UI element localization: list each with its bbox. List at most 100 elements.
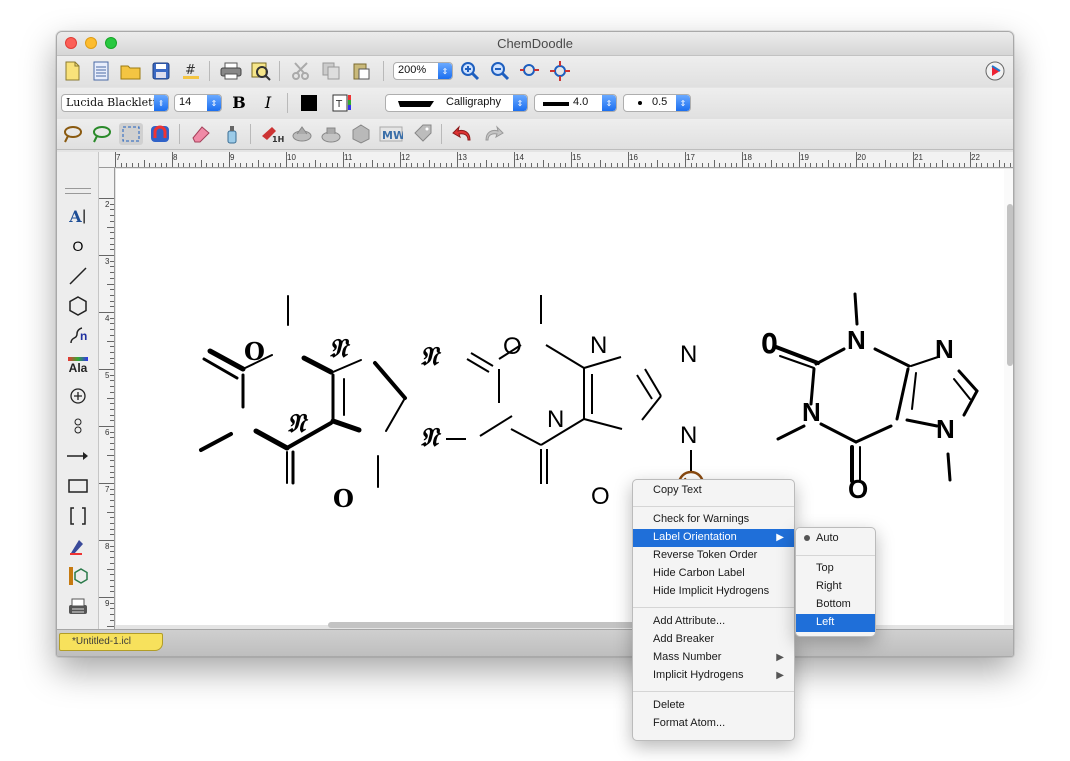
atom-label[interactable]: O (591, 483, 610, 511)
dot-size-select[interactable]: 0.5 ⇕ (623, 94, 691, 112)
submenu-item-bottom[interactable]: Bottom (796, 596, 875, 614)
zoom-value: 200% (398, 64, 427, 76)
numbering-icon[interactable]: # (179, 60, 203, 82)
atom-label[interactable]: N (847, 325, 866, 356)
atom-label[interactable]: N (680, 422, 697, 450)
query-tool[interactable] (65, 534, 91, 558)
lone-pair-tool[interactable] (65, 414, 91, 438)
menu-item-format-atom[interactable]: Format Atom... (633, 715, 794, 733)
font-size-select[interactable]: 14 ⇕ (174, 94, 222, 112)
atom-label[interactable]: N (802, 397, 821, 428)
zoom-select[interactable]: 200% ⇕ (393, 62, 453, 80)
atom-label[interactable]: 𝔑 (329, 334, 348, 365)
text-tool[interactable]: A | (65, 204, 91, 228)
zoom-in-icon[interactable] (458, 60, 482, 82)
submenu-item-auto[interactable]: Auto (796, 530, 875, 548)
atom-label[interactable]: O (761, 327, 778, 360)
menu-item-label-orientation[interactable]: Label Orientation ▶ (633, 529, 794, 547)
menu-item-reverse-token-order[interactable]: Reverse Token Order (633, 547, 794, 565)
molecular-weight-icon[interactable]: MW (379, 123, 403, 145)
line-style-select[interactable]: Calligraphy ⇕ (385, 94, 528, 112)
lasso-select-icon[interactable] (90, 123, 114, 145)
play-icon[interactable] (983, 60, 1007, 82)
charge-tool[interactable] (65, 384, 91, 408)
amino-acid-tool[interactable]: Ala (65, 354, 91, 378)
clean-structure-icon[interactable] (290, 123, 314, 145)
atom-label[interactable]: 𝔑 (420, 423, 439, 454)
redo-icon[interactable] (481, 123, 505, 145)
zoom-out-icon[interactable] (488, 60, 512, 82)
atom-label[interactable]: N (590, 332, 607, 360)
bond-tool[interactable] (65, 264, 91, 288)
shape-tool[interactable] (65, 474, 91, 498)
submenu-item-right[interactable]: Right (796, 578, 875, 596)
atom-label[interactable]: N (936, 414, 955, 445)
arrow-tool[interactable] (65, 444, 91, 468)
atom-label[interactable]: O (244, 337, 265, 366)
menu-item-hide-carbon-label[interactable]: Hide Carbon Label (633, 565, 794, 583)
cut-icon[interactable] (289, 60, 313, 82)
ruler-tick (200, 160, 202, 167)
horizontal-scroll-thumb[interactable] (328, 622, 658, 628)
ring-tool[interactable] (65, 294, 91, 318)
copy-icon[interactable] (319, 60, 343, 82)
undo-icon[interactable] (451, 123, 475, 145)
print-preview-icon[interactable] (249, 60, 273, 82)
add-hydrogens-icon[interactable]: 1H (260, 123, 284, 145)
menu-item-copy-text[interactable]: Copy Text (633, 482, 794, 500)
menu-item-check-warnings[interactable]: Check for Warnings (633, 511, 794, 529)
text-frame-icon[interactable]: T (329, 92, 353, 114)
atom-label[interactable]: O (333, 484, 354, 513)
typewriter-icon[interactable] (65, 594, 91, 618)
ruler-tick (730, 163, 732, 167)
new-template-icon[interactable] (89, 60, 113, 82)
chain-tool[interactable]: n (65, 324, 91, 348)
lasso-icon[interactable] (61, 123, 85, 145)
optimize-icon[interactable] (319, 123, 343, 145)
hexagon-3d-icon[interactable] (349, 123, 373, 145)
vertical-scroll-thumb[interactable] (1007, 204, 1013, 366)
ruler-tick (565, 163, 567, 167)
ruler-tick (998, 160, 1000, 167)
submenu-item-left[interactable]: Left (796, 614, 875, 632)
color-swatch-icon[interactable] (297, 92, 321, 114)
template-tool[interactable] (65, 564, 91, 588)
atom-label[interactable]: O (503, 333, 522, 361)
atom-label[interactable]: O (848, 474, 868, 505)
marquee-select-icon[interactable] (119, 123, 143, 145)
font-family-select[interactable]: Lucida Blackletter ⇕ (61, 94, 169, 112)
submenu-item-top[interactable]: Top (796, 560, 875, 578)
atom-label[interactable]: N (547, 406, 564, 434)
menu-item-hide-implicit-hydrogens[interactable]: Hide Implicit Hydrogens (633, 583, 794, 601)
vertical-scrollbar[interactable] (1004, 169, 1013, 625)
menu-item-mass-number[interactable]: Mass Number ▶ (633, 649, 794, 667)
atom-label[interactable]: N (680, 341, 697, 369)
magnet-icon[interactable] (148, 123, 172, 145)
italic-button[interactable]: I (256, 92, 280, 114)
menu-item-add-attribute[interactable]: Add Attribute... (633, 613, 794, 631)
ruler-tick (280, 163, 282, 167)
menu-item-delete[interactable]: Delete (633, 697, 794, 715)
tag-icon[interactable] (411, 123, 435, 145)
line-width-select[interactable]: 4.0 ⇕ (534, 94, 617, 112)
save-icon[interactable] (149, 60, 173, 82)
document-tab[interactable]: *Untitled-1.icl (59, 633, 163, 651)
zoom-fit-icon[interactable] (518, 60, 542, 82)
ruler-tick (297, 163, 299, 167)
atom-label[interactable]: 𝔑 (420, 342, 439, 373)
spray-clean-icon[interactable] (220, 123, 244, 145)
atom-label[interactable]: N (935, 334, 954, 365)
bracket-tool[interactable] (65, 504, 91, 528)
center-view-icon[interactable] (548, 60, 572, 82)
bold-button[interactable]: B (227, 92, 251, 114)
ruler-tick (439, 163, 441, 167)
eraser-icon[interactable] (189, 123, 213, 145)
print-icon[interactable] (219, 60, 243, 82)
menu-item-add-breaker[interactable]: Add Breaker (633, 631, 794, 649)
open-folder-icon[interactable] (119, 60, 143, 82)
atom-label[interactable]: 𝔑 (287, 409, 306, 440)
new-document-icon[interactable] (60, 60, 84, 82)
paste-icon[interactable] (349, 60, 373, 82)
atom-tool[interactable]: O (65, 234, 91, 258)
menu-item-implicit-hydrogens[interactable]: Implicit Hydrogens ▶ (633, 667, 794, 685)
